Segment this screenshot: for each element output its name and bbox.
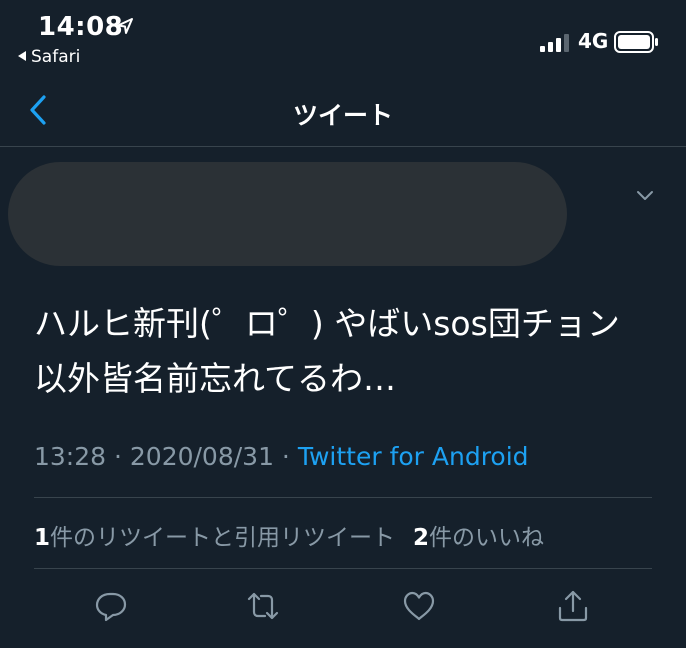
tweet-text: ハルヒ新刊(゜ロ゜) やばいsos団チョン以外皆名前忘れてるわ…	[34, 304, 620, 398]
back-app-label: Safari	[31, 47, 81, 67]
like-icon[interactable]	[401, 588, 437, 624]
likes-stat[interactable]: 2件のいいね	[413, 525, 544, 551]
meta-separator: ·	[273, 442, 298, 471]
status-bar: 14:08 Safari 4G	[0, 0, 686, 76]
retweets-count: 1	[34, 525, 51, 551]
retweet-icon[interactable]	[245, 588, 281, 624]
tweet-time: 13:28	[34, 442, 107, 471]
reply-icon[interactable]	[93, 588, 129, 624]
divider	[34, 568, 652, 569]
retweets-label: 件のリツイートと引用リツイート	[50, 525, 396, 551]
tweet-meta: 13:28 · 2020/08/31 · Twitter for Android	[34, 442, 529, 471]
tweet-stats: 1件のリツイートと引用リツイート 2件のいいね	[34, 518, 544, 552]
author-redacted-block	[8, 162, 567, 266]
battery-icon	[614, 31, 658, 53]
page-title: ツイート	[292, 101, 393, 130]
back-to-app-link[interactable]: Safari	[18, 47, 80, 67]
meta-separator: ·	[106, 442, 130, 471]
chevron-down-icon[interactable]	[630, 180, 660, 210]
tweet-source-link[interactable]: Twitter for Android	[298, 442, 529, 471]
likes-label: 件のいいね	[429, 525, 545, 551]
network-type: 4G	[578, 29, 609, 53]
retweets-stat[interactable]: 1件のリツイートと引用リツイート	[34, 525, 395, 551]
share-icon[interactable]	[555, 588, 591, 624]
divider	[34, 497, 652, 498]
tweet-date: 2020/08/31	[129, 442, 274, 471]
status-time: 14:08	[38, 12, 124, 42]
likes-count: 2	[413, 525, 430, 551]
back-triangle-icon	[18, 51, 26, 61]
navigation-bar: ツイート	[0, 76, 686, 147]
cellular-signal-icon	[540, 34, 569, 52]
location-arrow-icon	[117, 18, 133, 34]
